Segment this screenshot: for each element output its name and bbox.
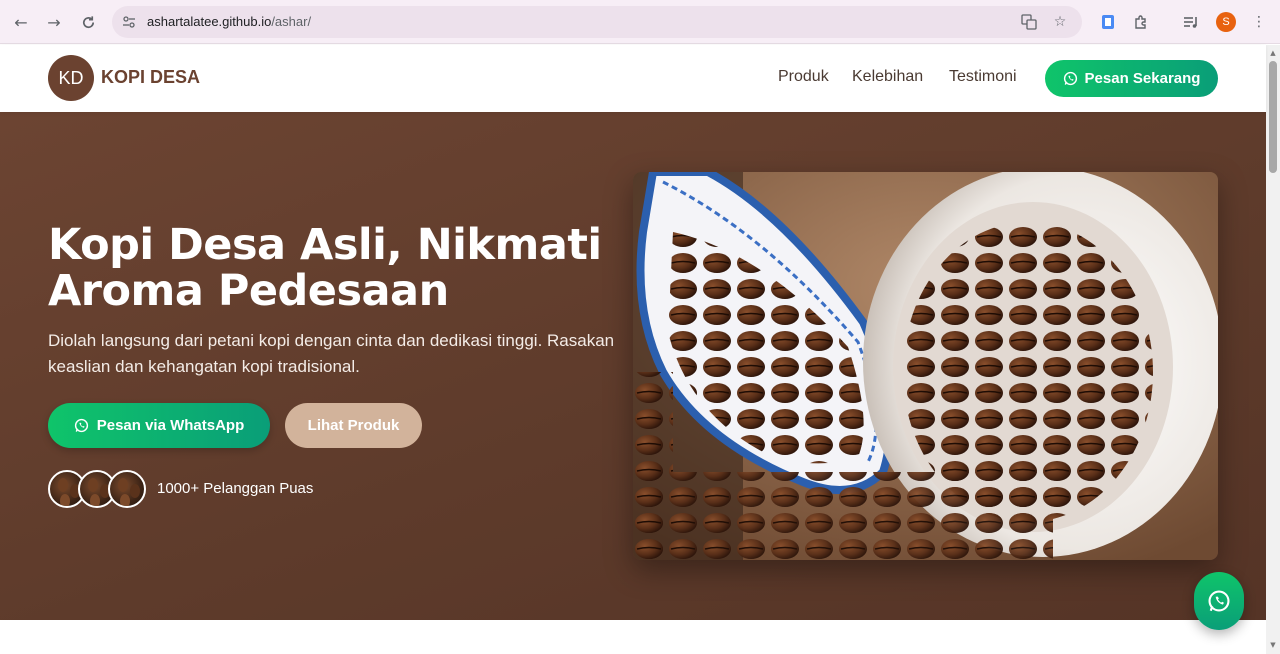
whatsapp-icon xyxy=(1063,71,1077,86)
scroll-thumb[interactable] xyxy=(1269,61,1277,173)
nav-link-testimoni[interactable]: Testimoni xyxy=(949,68,1017,86)
url-text: ashartalatee.github.io/ashar/ xyxy=(147,14,311,29)
back-icon[interactable]: ← xyxy=(9,10,33,34)
customer-count: 1000+ Pelanggan Puas xyxy=(157,480,314,497)
url-path: /ashar/ xyxy=(271,14,312,29)
extension-app-icon[interactable] xyxy=(1097,11,1119,33)
site-header: KD KOPI DESA Produk Kelebihan Testimoni … xyxy=(0,45,1266,112)
scroll-down-icon[interactable]: ▼ xyxy=(1269,641,1277,649)
scroll-up-icon[interactable]: ▲ xyxy=(1269,49,1277,57)
browser-toolbar: ← → ashartalatee.github.io/ashar/ ☆ S ⋮ xyxy=(0,0,1280,44)
page-scrollbar[interactable]: ▲ ▼ xyxy=(1266,45,1280,654)
media-control-icon[interactable] xyxy=(1180,11,1202,33)
order-now-label: Pesan Sekarang xyxy=(1084,70,1201,87)
customer-avatars xyxy=(48,470,148,508)
avatar xyxy=(108,470,146,508)
extensions-puzzle-icon[interactable] xyxy=(1130,11,1152,33)
reload-icon[interactable] xyxy=(76,10,100,34)
nav-link-produk[interactable]: Produk xyxy=(778,68,829,86)
address-bar[interactable]: ashartalatee.github.io/ashar/ ☆ xyxy=(112,6,1082,38)
floating-whatsapp-button[interactable] xyxy=(1194,572,1244,630)
order-now-button[interactable]: Pesan Sekarang xyxy=(1045,60,1218,97)
hero-subtitle: Diolah langsung dari petani kopi dengan … xyxy=(48,331,615,376)
logo-text[interactable]: KOPI DESA xyxy=(101,67,200,88)
view-products-button[interactable]: Lihat Produk xyxy=(285,403,422,448)
logo-badge[interactable]: KD xyxy=(48,55,94,101)
hero-title: Kopi Desa Asli, Nikmati Aroma Pedesaan xyxy=(48,220,602,316)
bookmark-star-icon[interactable]: ☆ xyxy=(1051,13,1069,31)
order-whatsapp-label: Pesan via WhatsApp xyxy=(96,417,245,434)
translate-icon[interactable] xyxy=(1020,13,1038,31)
nav-link-kelebihan[interactable]: Kelebihan xyxy=(852,68,923,86)
coffee-beans-image xyxy=(633,172,1218,560)
menu-kebab-icon[interactable]: ⋮ xyxy=(1248,11,1270,33)
url-host: ashartalatee.github.io xyxy=(147,14,272,29)
order-whatsapp-button[interactable]: Pesan via WhatsApp xyxy=(48,403,270,448)
site-info-icon[interactable] xyxy=(120,13,138,31)
profile-avatar[interactable]: S xyxy=(1216,12,1236,32)
whatsapp-icon xyxy=(1208,590,1230,612)
forward-icon[interactable]: → xyxy=(42,10,66,34)
hero-section: Kopi Desa Asli, Nikmati Aroma Pedesaan D… xyxy=(0,112,1266,620)
whatsapp-icon xyxy=(74,418,88,433)
